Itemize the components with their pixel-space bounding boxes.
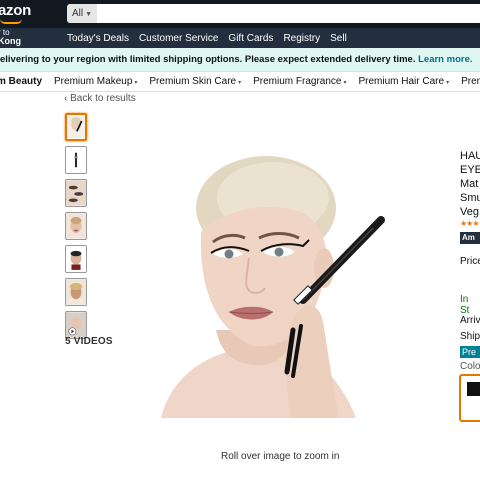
category-premium-makeup[interactable]: Premium Makeup ▾ bbox=[54, 76, 137, 87]
amazon-smile-icon bbox=[0, 19, 22, 24]
thumbnail-face-3[interactable] bbox=[65, 245, 87, 273]
color-chip-black bbox=[467, 382, 480, 396]
videos-label[interactable]: 5 VIDEOS bbox=[65, 336, 113, 347]
thumbnail-face-2[interactable] bbox=[65, 212, 87, 240]
color-label: Colo bbox=[460, 361, 480, 372]
product-title-line-2: EYE bbox=[460, 164, 480, 176]
search-category-label: All bbox=[72, 8, 84, 19]
deliver-line-2: Kong bbox=[0, 36, 21, 46]
category-nav: m Beauty Premium Makeup ▾ Premium Skin Ca… bbox=[0, 72, 480, 92]
category-premium-hair-care[interactable]: Premium Hair Care ▾ bbox=[358, 76, 449, 87]
thumbnail-video[interactable] bbox=[65, 311, 87, 339]
premium-badge: Pre bbox=[460, 346, 480, 358]
color-swatch-selected[interactable] bbox=[459, 374, 480, 422]
top-header: azon All ▼ bbox=[0, 0, 480, 28]
arrives-label: Arriv bbox=[460, 315, 480, 326]
chevron-down-icon: ▾ bbox=[238, 80, 242, 86]
chevron-down-icon: ▾ bbox=[343, 80, 347, 86]
search-input[interactable] bbox=[97, 4, 480, 23]
chevron-down-icon: ▾ bbox=[446, 80, 450, 86]
product-title-line-5: Veg bbox=[460, 206, 479, 218]
category-premium-beauty[interactable]: m Beauty bbox=[0, 76, 42, 87]
stock-status: In St bbox=[460, 294, 470, 316]
thumbnail-pencil[interactable] bbox=[65, 146, 87, 174]
nav-customer-service[interactable]: Customer Service bbox=[139, 33, 218, 44]
nav-links: Today's Deals Customer Service Gift Card… bbox=[67, 28, 347, 48]
nav-sell[interactable]: Sell bbox=[330, 33, 347, 44]
product-title-line-3: Mat bbox=[460, 178, 479, 190]
nav-todays-deals[interactable]: Today's Deals bbox=[67, 33, 129, 44]
notice-text: elivering to your region with limited sh… bbox=[0, 54, 416, 65]
thumbnail-face-1[interactable] bbox=[65, 113, 87, 141]
nav-gift-cards[interactable]: Gift Cards bbox=[228, 33, 273, 44]
amazon-badge: Am bbox=[460, 232, 480, 244]
nav-registry[interactable]: Registry bbox=[283, 33, 320, 44]
search-category-dropdown[interactable]: All ▼ bbox=[67, 4, 97, 23]
learn-more-link[interactable]: Learn more. bbox=[418, 54, 472, 65]
category-premium-fragrance[interactable]: Premium Fragrance ▾ bbox=[253, 76, 346, 87]
category-premium-more[interactable]: Premium M bbox=[461, 76, 480, 87]
amazon-logo[interactable]: azon bbox=[0, 2, 31, 19]
thumbnail-face-4[interactable] bbox=[65, 278, 87, 306]
deliver-to-location[interactable]: r to Kong bbox=[0, 28, 21, 46]
model-with-eyeliner-image bbox=[141, 150, 389, 418]
rating-stars-icon[interactable]: ★★★ bbox=[460, 219, 479, 228]
thumbnail-eyes[interactable] bbox=[65, 179, 87, 207]
shipping-notice: elivering to your region with limited sh… bbox=[0, 48, 480, 72]
back-to-results-link[interactable]: ‹ Back to results bbox=[64, 93, 136, 104]
caret-down-icon: ▼ bbox=[85, 11, 93, 18]
ships-label: Ship bbox=[460, 331, 480, 342]
chevron-down-icon: ▾ bbox=[134, 80, 138, 86]
product-title-line-1: HAU bbox=[460, 150, 480, 162]
product-page: azon All▼ r to Kong Today's Deals Custom… bbox=[0, 0, 480, 480]
main-product-image[interactable] bbox=[141, 150, 389, 418]
price-label: Price bbox=[460, 256, 480, 267]
nav-bar: r to Kong Today's Deals Customer Service… bbox=[0, 28, 480, 48]
category-premium-skin-care[interactable]: Premium Skin Care ▾ bbox=[149, 76, 241, 87]
product-title-line-4: Smu bbox=[460, 192, 480, 204]
zoom-hint: Roll over image to zoom in bbox=[221, 451, 340, 462]
